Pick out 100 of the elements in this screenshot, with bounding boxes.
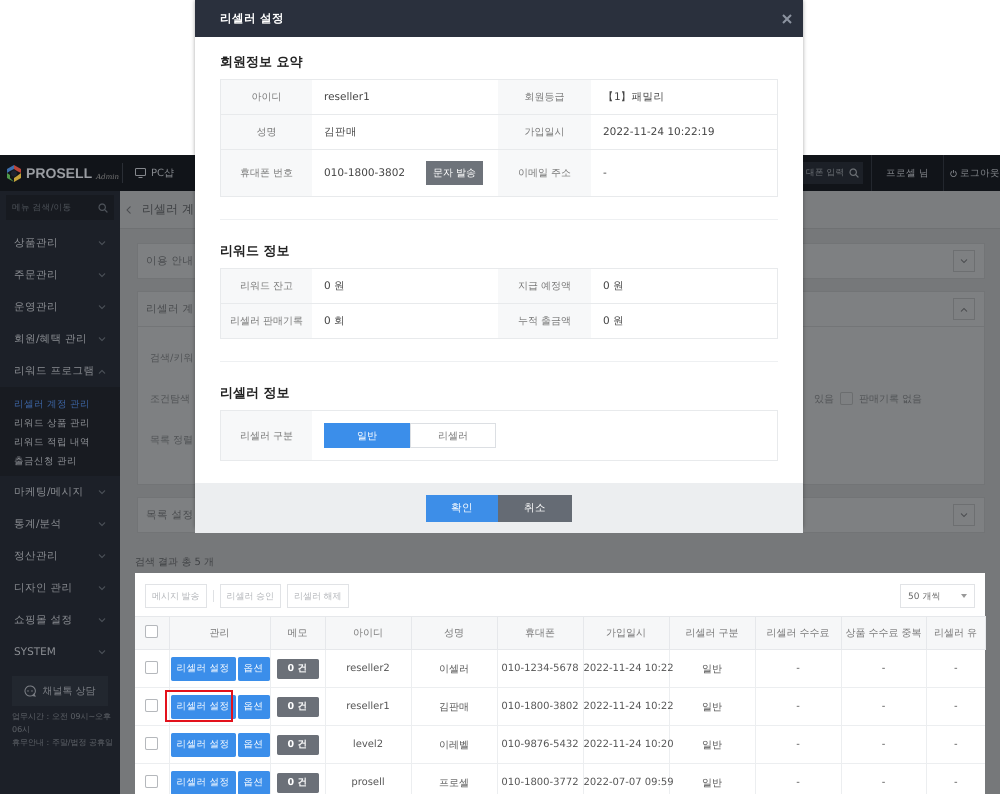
column-header: 아이디: [325, 616, 411, 650]
search-icon: [849, 168, 859, 178]
column-header: 상품 수수료 중복: [841, 616, 926, 650]
toggle-button[interactable]: [953, 250, 975, 272]
memo-badge[interactable]: 0 건: [276, 734, 318, 754]
select-all-checkbox[interactable]: [145, 625, 158, 638]
close-icon[interactable]: [782, 14, 792, 24]
settings-button[interactable]: 리셀러 설정: [170, 694, 236, 718]
submenu-item[interactable]: 리워드 상품 관리: [0, 414, 120, 433]
menu-item[interactable]: 디자인 관리: [0, 572, 120, 604]
segment-option[interactable]: 일반: [324, 423, 410, 448]
field-value: 0 원: [603, 314, 624, 328]
memo-badge[interactable]: 0 건: [276, 658, 318, 678]
table-cell: -: [755, 650, 841, 688]
page-size-select[interactable]: 50 개씩: [900, 584, 975, 608]
field-value: 2022-11-24 10:22:19: [603, 126, 715, 138]
row-checkbox[interactable]: [145, 660, 158, 674]
section-title: 리워드 정보: [220, 245, 291, 259]
logo-text: PROSELL: [26, 165, 92, 181]
menu-item[interactable]: 주문관리: [0, 259, 120, 291]
nav-link[interactable]: PC샵: [151, 166, 174, 180]
back-icon[interactable]: [126, 206, 131, 214]
confirm-button[interactable]: 확인: [426, 494, 498, 522]
column-header: 가입일시: [583, 616, 669, 650]
submenu-item[interactable]: 출금신청 관리: [0, 452, 120, 471]
column-header: 리셀러 수수료: [755, 616, 841, 650]
table-cell: level2: [325, 726, 411, 764]
column-header: 리셀러 유: [926, 616, 985, 650]
options-button[interactable]: 옵션: [238, 656, 270, 680]
row-checkbox[interactable]: [145, 698, 158, 712]
menu-item[interactable]: 정산관리: [0, 540, 120, 572]
send-sms-button[interactable]: 문자 발송: [426, 161, 483, 185]
panel-title: 이용 안내: [146, 254, 194, 268]
field-label: 지급 예정액: [518, 280, 572, 293]
search-field[interactable]: 대폰 입력: [803, 162, 863, 184]
column-header: 휴대폰: [497, 616, 583, 650]
table-cell: -: [841, 726, 926, 764]
options-button[interactable]: 옵션: [238, 694, 270, 718]
menu-item[interactable]: 리워드 프로그램: [0, 355, 120, 387]
row-checkbox[interactable]: [145, 736, 158, 750]
table-cell: -: [755, 688, 841, 726]
field-label: 이메일 주소: [518, 167, 572, 180]
chat-button[interactable]: 채널톡 상담: [12, 676, 108, 706]
menu-item[interactable]: SYSTEM: [0, 636, 120, 668]
submenu-item[interactable]: 리워드 적립 내역: [0, 433, 120, 452]
column-header: 리셀러 구분: [669, 616, 755, 650]
table-cell: 010-1800-3802: [497, 688, 583, 726]
menu-item[interactable]: 쇼핑몰 설정: [0, 604, 120, 636]
table-cell: -: [841, 688, 926, 726]
table-cell: reseller1: [325, 688, 411, 726]
cancel-button[interactable]: 취소: [498, 494, 572, 522]
settings-button[interactable]: 리셀러 설정: [170, 770, 236, 794]
submenu-item[interactable]: 리셀러 계정 관리: [0, 395, 120, 414]
chat-icon: [24, 685, 36, 697]
table-cell: 010-1800-3772: [497, 764, 583, 794]
options-button[interactable]: 옵션: [238, 732, 270, 756]
settings-button[interactable]: 리셀러 설정: [170, 656, 236, 680]
field-value: 【1】패밀리: [603, 90, 665, 104]
field-value: 0 회: [324, 314, 346, 328]
table-cell: 이셀러: [411, 650, 497, 688]
table-cell: -: [926, 688, 985, 726]
field-value: 김판매: [324, 125, 357, 139]
table-cell: 010-9876-5432: [497, 726, 583, 764]
field-label: 리워드 잔고: [240, 280, 294, 293]
toggle-button[interactable]: [953, 298, 975, 320]
field-label: 휴대폰 번호: [240, 167, 294, 180]
field-label: 가입일시: [524, 126, 564, 139]
row-checkbox[interactable]: [145, 774, 158, 788]
segment-option[interactable]: 리셀러: [410, 423, 496, 448]
section-title: 리셀러 정보: [220, 387, 291, 401]
field-label: 회원등급: [524, 91, 564, 104]
memo-badge[interactable]: 0 건: [276, 696, 318, 716]
column-header: 메모: [270, 616, 325, 650]
table-cell: -: [926, 726, 985, 764]
memo-badge[interactable]: 0 건: [276, 772, 318, 792]
field-label: 성명: [256, 126, 276, 139]
field-label: 아이디: [252, 91, 282, 104]
field-value: reseller1: [324, 91, 370, 103]
field-label: 누적 출금액: [518, 315, 572, 328]
menu-item[interactable]: 통계/분석: [0, 508, 120, 540]
settings-button[interactable]: 리셀러 설정: [170, 732, 236, 756]
table-cell: reseller2: [325, 650, 411, 688]
table-cell: 010-1234-5678: [497, 650, 583, 688]
table-cell: -: [755, 764, 841, 794]
menu-item[interactable]: 회원/혜택 관리: [0, 323, 120, 355]
logo-icon: [6, 164, 22, 182]
field-value: 010-1800-3802: [324, 167, 406, 179]
field-label: 리셀러 구분: [240, 430, 294, 442]
column-header: 성명: [411, 616, 497, 650]
modal-title: 리셀러 설정: [220, 11, 284, 26]
info-text: 업무시간 : 오전 09시~오후 06시: [11, 711, 112, 736]
monitor-icon: [135, 168, 146, 178]
table-cell: 김판매: [411, 688, 497, 726]
menu-item[interactable]: 마케팅/메시지: [0, 476, 120, 508]
menu-item[interactable]: 상품관리: [0, 227, 120, 259]
caret-icon: [961, 594, 967, 598]
toggle-button[interactable]: [953, 504, 975, 526]
table-cell: -: [926, 764, 985, 794]
options-button[interactable]: 옵션: [238, 770, 270, 794]
menu-item[interactable]: 운영관리: [0, 291, 120, 323]
